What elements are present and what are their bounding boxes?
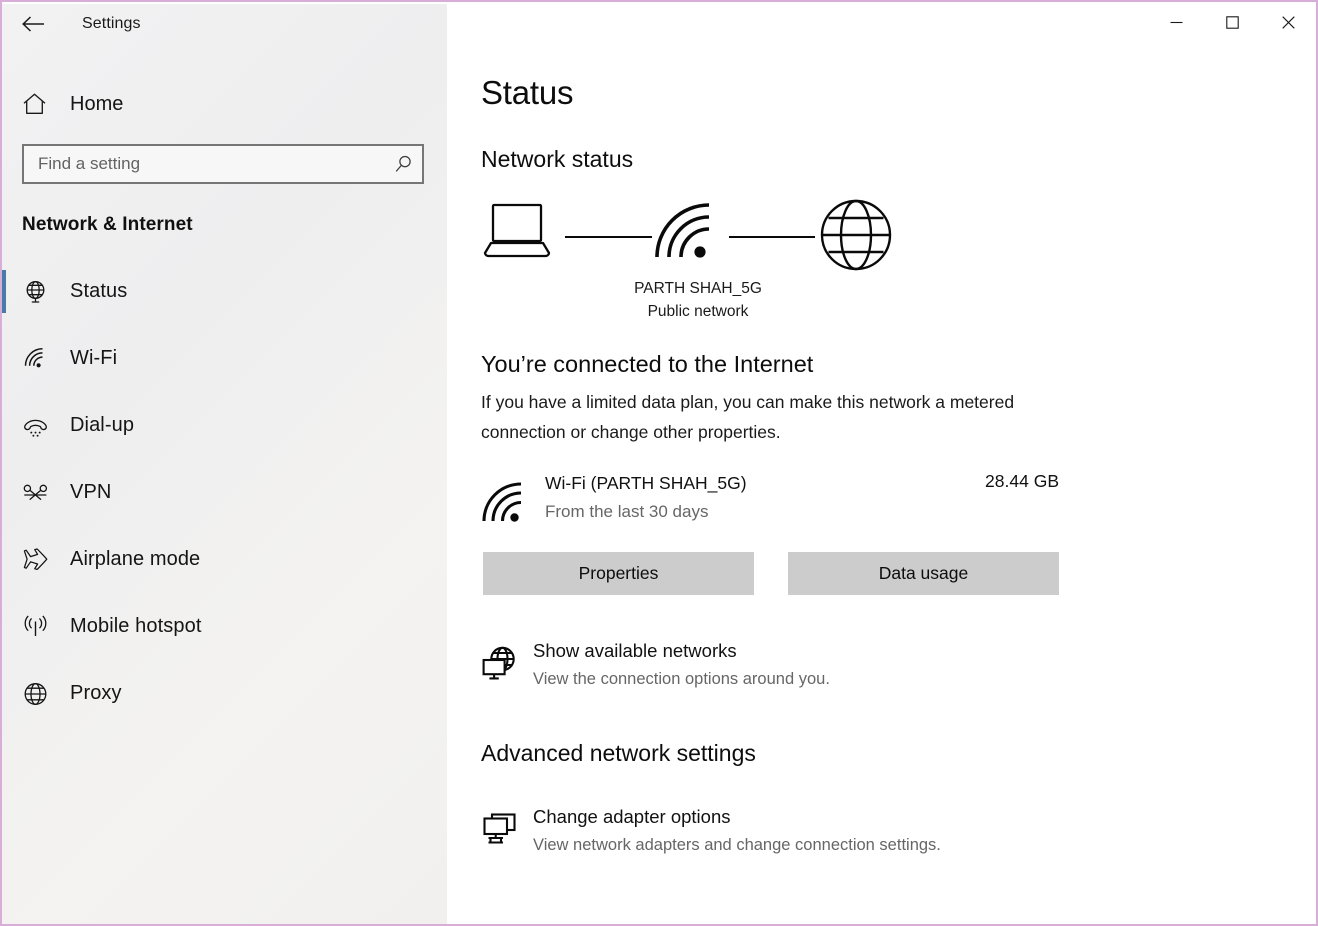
settings-window: Settings Home Find a setting Network & I… bbox=[0, 0, 1318, 926]
globe-icon bbox=[818, 197, 894, 278]
close-icon bbox=[1281, 15, 1295, 29]
diagram-network-name: PARTH SHAH_5G bbox=[634, 280, 762, 297]
phone-handset-icon bbox=[22, 413, 66, 439]
network-adapters-icon bbox=[481, 803, 533, 854]
globe-monitor-icon bbox=[481, 637, 533, 688]
sidebar-nav-list: Status Wi-Fi Dial-up VPN Airplane mode M… bbox=[2, 258, 447, 727]
app-title: Settings bbox=[82, 15, 141, 32]
adapter-texts: Wi-Fi (PARTH SHAH_5G) From the last 30 d… bbox=[545, 469, 985, 526]
connected-description: If you have a limited data plan, you can… bbox=[481, 392, 1015, 442]
adapter-subtitle: From the last 30 days bbox=[545, 502, 709, 521]
globe-icon bbox=[22, 681, 66, 707]
network-diagram bbox=[481, 199, 911, 271]
sidebar-item-home[interactable]: Home bbox=[2, 80, 447, 128]
sidebar-item-dialup[interactable]: Dial-up bbox=[2, 392, 447, 459]
sidebar-item-wifi[interactable]: Wi-Fi bbox=[2, 325, 447, 392]
connected-heading: You’re connected to the Internet bbox=[481, 351, 814, 377]
show-available-networks-title: Show available networks bbox=[533, 640, 737, 661]
sidebar-item-mobile-hotspot[interactable]: Mobile hotspot bbox=[2, 593, 447, 660]
advanced-network-settings-heading: Advanced network settings bbox=[481, 740, 756, 766]
diagram-labels: PARTH SHAH_5G Public network bbox=[481, 277, 911, 323]
home-icon bbox=[22, 92, 66, 116]
adapter-name: Wi-Fi (PARTH SHAH_5G) bbox=[545, 473, 747, 493]
sidebar: Home Network & Internet bbox=[2, 4, 447, 924]
change-adapter-options-texts: Change adapter options View network adap… bbox=[533, 803, 941, 859]
change-adapter-options-row[interactable]: Change adapter options View network adap… bbox=[481, 803, 1081, 859]
sidebar-item-vpn[interactable]: VPN bbox=[2, 459, 447, 526]
action-button-row: Properties Data usage bbox=[481, 552, 1316, 595]
diagram-connector-2 bbox=[729, 236, 815, 238]
search-input[interactable] bbox=[22, 144, 424, 184]
change-adapter-options-title: Change adapter options bbox=[533, 806, 731, 827]
sidebar-item-status-label: Status bbox=[70, 280, 128, 302]
search-box bbox=[22, 144, 424, 184]
data-usage-button[interactable]: Data usage bbox=[788, 552, 1059, 595]
minimize-button[interactable] bbox=[1148, 2, 1204, 42]
close-button[interactable] bbox=[1260, 2, 1316, 42]
sidebar-item-airplane-mode[interactable]: Airplane mode bbox=[2, 526, 447, 593]
wifi-icon bbox=[653, 201, 715, 268]
window-controls bbox=[1148, 2, 1316, 42]
title-bar: Settings bbox=[2, 2, 1316, 46]
network-status-heading: Network status bbox=[481, 146, 634, 172]
sidebar-category-title: Network & Internet bbox=[22, 214, 193, 235]
globe-monitor-icon bbox=[22, 279, 66, 305]
maximize-button[interactable] bbox=[1204, 2, 1260, 42]
diagram-connector-1 bbox=[565, 236, 652, 238]
airplane-icon bbox=[22, 547, 66, 573]
sidebar-item-airplane-mode-label: Airplane mode bbox=[70, 548, 201, 570]
sidebar-item-status[interactable]: Status bbox=[2, 258, 447, 325]
show-available-networks-subtitle: View the connection options around you. bbox=[533, 670, 830, 688]
sidebar-item-mobile-hotspot-label: Mobile hotspot bbox=[70, 615, 202, 637]
sidebar-item-proxy-label: Proxy bbox=[70, 682, 122, 704]
vpn-icon bbox=[22, 480, 66, 506]
hotspot-icon bbox=[22, 614, 66, 640]
wifi-icon bbox=[481, 469, 545, 532]
sidebar-item-home-label: Home bbox=[70, 92, 124, 115]
show-available-networks-texts: Show available networks View the connect… bbox=[533, 637, 830, 693]
search-icon[interactable] bbox=[386, 146, 422, 182]
wifi-icon bbox=[22, 346, 66, 372]
minimize-icon bbox=[1170, 21, 1182, 23]
maximize-icon bbox=[1225, 15, 1239, 29]
sidebar-item-dialup-label: Dial-up bbox=[70, 414, 135, 436]
sidebar-item-vpn-label: VPN bbox=[70, 481, 112, 503]
diagram-network-type: Public network bbox=[647, 303, 749, 320]
adapter-data-usage-value: 28.44 GB bbox=[985, 471, 1059, 491]
properties-button[interactable]: Properties bbox=[483, 552, 754, 595]
adapter-summary-row: Wi-Fi (PARTH SHAH_5G) From the last 30 d… bbox=[481, 469, 1059, 532]
sidebar-item-proxy[interactable]: Proxy bbox=[2, 660, 447, 727]
back-button[interactable] bbox=[10, 4, 56, 44]
change-adapter-options-subtitle: View network adapters and change connect… bbox=[533, 836, 941, 854]
main-content: Status Network status PARTH SHAH_5G Publ… bbox=[447, 4, 1316, 924]
show-available-networks-row[interactable]: Show available networks View the connect… bbox=[481, 637, 1081, 693]
back-arrow-icon bbox=[22, 16, 44, 32]
page-title: Status bbox=[481, 74, 574, 111]
laptop-icon bbox=[481, 199, 553, 266]
sidebar-item-wifi-label: Wi-Fi bbox=[70, 347, 118, 369]
